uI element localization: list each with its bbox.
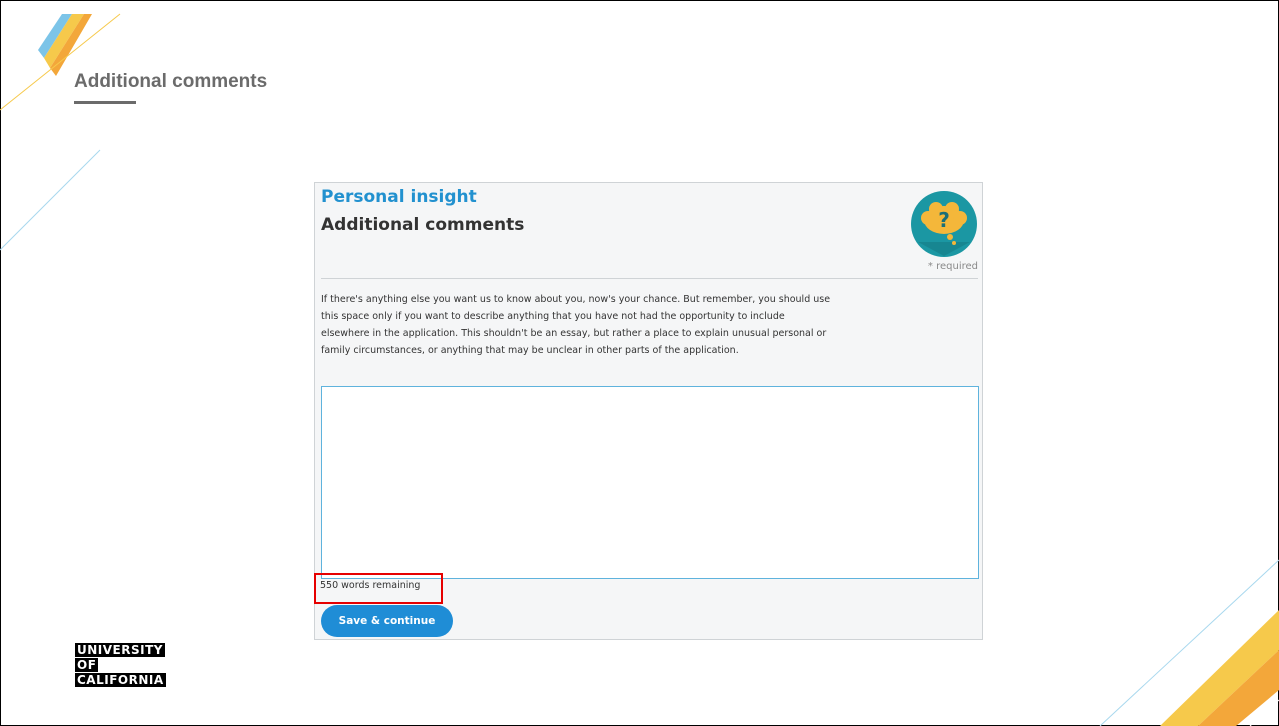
logo-line-university: UNIVERSITY: [75, 643, 165, 657]
logo-line-of: OF: [75, 658, 99, 672]
form-title: Additional comments: [321, 215, 525, 235]
slide-title: Additional comments: [74, 71, 268, 92]
form-card: Personal insight Additional comments ? *…: [314, 182, 983, 640]
section-label: Personal insight: [321, 187, 477, 207]
divider: [321, 278, 978, 279]
logo-line-california: CALIFORNIA: [75, 673, 166, 687]
word-count: 550 words remaining: [320, 580, 421, 591]
additional-comments-textarea[interactable]: [321, 386, 979, 579]
title-underline: [74, 101, 136, 104]
question-thought-bubble-icon[interactable]: ?: [910, 190, 978, 258]
university-of-california-logo: UNIVERSITY OF CALIFORNIA: [75, 643, 166, 688]
instructions-text: If there's anything else you want us to …: [321, 294, 831, 356]
required-note: * required: [927, 261, 978, 272]
save-continue-button[interactable]: Save & continue: [321, 605, 453, 637]
svg-text:?: ?: [938, 208, 950, 232]
